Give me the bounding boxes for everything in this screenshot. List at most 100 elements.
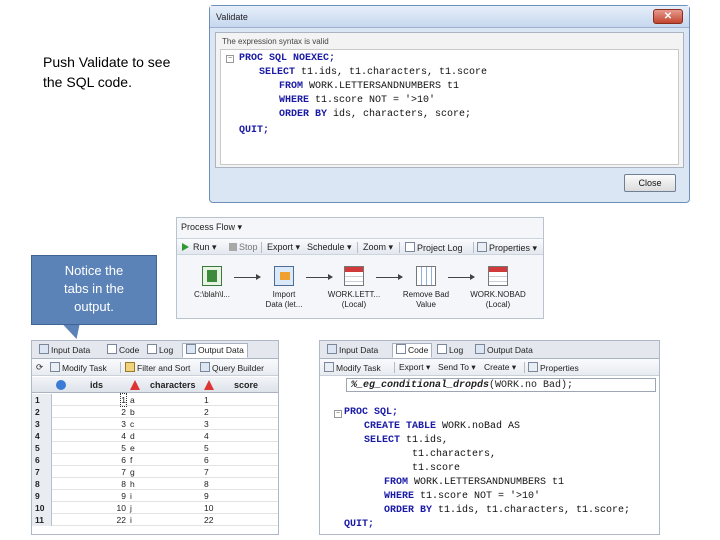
row-number: 10 — [32, 502, 52, 514]
code-line: ORDER BY t1.ids, t1.characters, t1.score… — [384, 505, 631, 516]
process-flow-title[interactable]: Process Flow ▾ — [181, 222, 242, 233]
cell-ids: 6 — [121, 455, 126, 465]
code-line: CREATE TABLE WORK.noBad AS — [364, 421, 521, 432]
code-line: t1.characters, — [412, 449, 497, 460]
cell-score: 2 — [204, 407, 209, 417]
flow-node-work-letters[interactable]: WORK.LETT... (Local) — [319, 266, 389, 310]
cell-ids: 5 — [121, 443, 126, 453]
table-row[interactable]: 10 10 j 10 — [32, 502, 278, 514]
flow-node-remove-bad-value[interactable]: Remove Bad Value — [391, 266, 461, 310]
run-button[interactable]: Run ▾ — [182, 242, 217, 253]
properties-menu[interactable]: Properties ▾ — [477, 242, 537, 254]
flow-node-label: Import Data (let... — [265, 290, 303, 309]
send-to-menu[interactable]: Send To ▾ — [438, 362, 476, 373]
tab-code[interactable]: Code — [392, 343, 433, 358]
column-header-ids[interactable]: ids — [90, 380, 103, 390]
code-line: ORDER BY ids, characters, score; — [279, 109, 472, 120]
cell-characters: j — [130, 503, 132, 513]
code-line: SELECT t1.ids, t1.characters, t1.score — [259, 67, 488, 78]
properties-button[interactable]: Properties — [528, 362, 579, 373]
close-button[interactable]: Close — [624, 174, 676, 192]
table-row[interactable]: 77g7 — [32, 466, 278, 478]
cell-characters: d — [130, 431, 135, 441]
tab-log[interactable]: Log — [144, 344, 176, 359]
tab-input-data[interactable]: Input Data — [324, 344, 381, 359]
cell-score: 10 — [204, 503, 214, 513]
flow-node-source-file[interactable]: C:\blah\l... — [177, 266, 247, 300]
code-toolbar: Modify Task Export ▾ Send To ▾ Create ▾ … — [320, 359, 659, 376]
filter-sort-button[interactable]: Filter and Sort — [125, 362, 190, 373]
run-icon — [182, 243, 189, 251]
character-column-icon — [204, 380, 214, 390]
table-row[interactable]: 66f6 — [32, 454, 278, 466]
code-line: PROC SQL NOEXEC; — [239, 53, 336, 64]
tab-output-data[interactable]: Output Data — [472, 344, 536, 359]
code-line: t1.score — [412, 463, 461, 474]
flow-node-import-data[interactable]: Import Data (let... — [249, 266, 319, 310]
cell-ids: 7 — [121, 467, 126, 477]
output-toolbar: ⟳ Modify Task Filter and Sort Query Buil… — [32, 359, 278, 376]
flow-node-label: C:\blah\l... — [193, 290, 230, 299]
zoom-menu[interactable]: Zoom ▾ — [363, 242, 393, 253]
flow-node-label: Remove Bad Value — [402, 290, 450, 309]
query-builder-button[interactable]: Query Builder — [200, 362, 264, 373]
code-tabbar: Input Data Code Log Output Data — [320, 341, 659, 359]
cell-characters: e — [130, 443, 135, 453]
refresh-icon[interactable]: ⟳ — [36, 362, 43, 373]
tab-log[interactable]: Log — [434, 344, 466, 359]
table-row[interactable]: 55e5 — [32, 442, 278, 454]
close-icon[interactable]: ✕ — [653, 9, 683, 24]
table-icon — [186, 344, 196, 354]
cell-characters: i — [130, 491, 132, 501]
table-row[interactable]: 33c3 — [32, 418, 278, 430]
table-row[interactable]: 22b2 — [32, 406, 278, 418]
modify-task-button[interactable]: Modify Task — [324, 362, 381, 373]
output-tabbar: Input Data Code Log Output Data — [32, 341, 278, 359]
code-icon — [396, 344, 406, 354]
collapse-icon[interactable]: − — [226, 55, 234, 63]
flow-node-work-nobad[interactable]: WORK.NOBAD (Local) — [463, 266, 533, 310]
query-builder-icon — [416, 266, 436, 286]
cell-score: 6 — [204, 455, 209, 465]
table-row[interactable]: 11 22 i 22 — [32, 514, 278, 526]
cell-ids: 2 — [121, 407, 126, 417]
cell-score: 3 — [204, 419, 209, 429]
tab-output-data[interactable]: Output Data — [182, 343, 248, 358]
log-icon — [437, 344, 447, 354]
properties-icon — [528, 362, 538, 372]
table-row[interactable]: 44d4 — [32, 430, 278, 442]
character-column-icon — [130, 380, 140, 390]
tab-code[interactable]: Code — [104, 344, 142, 359]
code-editor[interactable]: − PROC SQL; CREATE TABLE WORK.noBad AS S… — [320, 394, 659, 534]
cell-characters: c — [130, 419, 135, 429]
table-row[interactable]: 88h8 — [32, 478, 278, 490]
validate-titlebar: Validate ✕ — [210, 6, 689, 28]
cell-characters: f — [130, 455, 133, 465]
stop-button[interactable]: Stop — [229, 242, 258, 252]
tab-input-data[interactable]: Input Data — [36, 344, 93, 359]
data-table-icon — [488, 266, 508, 286]
export-menu[interactable]: Export ▾ — [267, 242, 300, 253]
table-row[interactable]: 11a1 — [32, 393, 278, 407]
numeric-column-icon — [56, 380, 66, 390]
create-menu[interactable]: Create ▾ — [484, 362, 516, 373]
schedule-menu[interactable]: Schedule ▾ — [307, 242, 352, 253]
export-menu[interactable]: Export ▾ — [399, 362, 430, 373]
modify-task-button[interactable]: Modify Task — [50, 362, 107, 373]
code-icon — [107, 344, 117, 354]
code-line: FROM WORK.LETTERSANDNUMBERS t1 — [279, 81, 460, 92]
row-number: 5 — [32, 442, 52, 454]
row-number: 7 — [32, 466, 52, 478]
log-icon — [405, 242, 415, 252]
cell-score: 4 — [204, 431, 209, 441]
project-log-button[interactable]: Project Log — [405, 242, 463, 253]
validate-content: The expression syntax is valid − PROC SQ… — [215, 32, 684, 168]
table-icon — [327, 344, 337, 354]
column-header-score[interactable]: score — [234, 380, 258, 390]
code-panel: Input Data Code Log Output Data Modify T… — [319, 340, 660, 535]
column-header-characters[interactable]: characters — [150, 380, 196, 390]
collapse-icon[interactable]: − — [334, 410, 342, 418]
code-line: PROC SQL; — [344, 407, 399, 418]
table-row[interactable]: 99i9 — [32, 490, 278, 502]
process-flow-panel: Process Flow ▾ Run ▾ Stop Export ▾ Sched… — [176, 217, 544, 319]
